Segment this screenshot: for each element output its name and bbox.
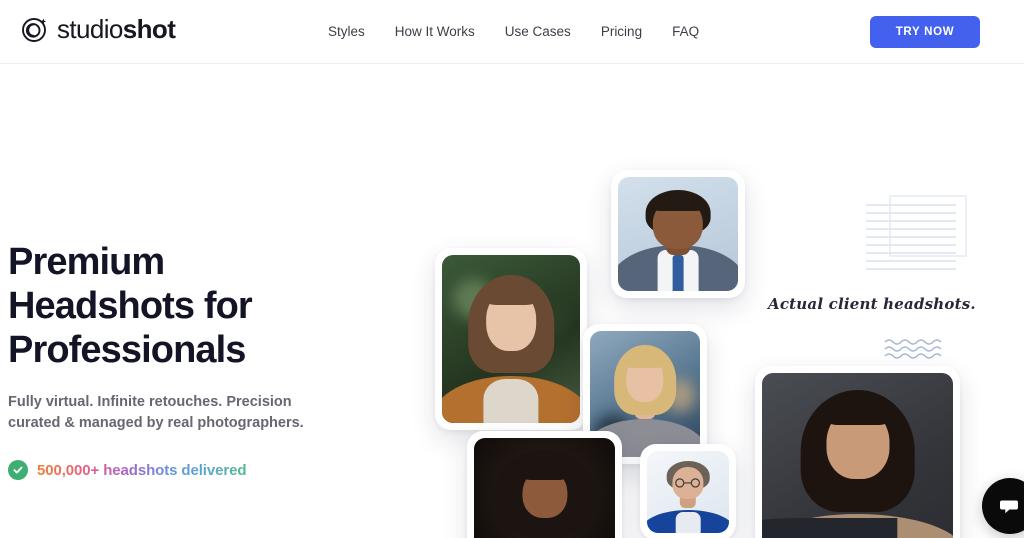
hero-title-line-1: Premium [8,241,165,283]
hero-section: Premium Headshots for Professionals Full… [0,64,1024,538]
annotation-actual-client-headshots: Actual client headshots. [768,295,976,313]
headshots-delivered-stat: 500,000+ headshots delivered [37,461,247,479]
studioshot-aperture-logo-icon [22,18,47,42]
glasses-icon [675,478,701,488]
striped-lines-decoration [866,195,967,270]
logo[interactable]: studioshot [20,14,176,44]
nav-item-how-it-works[interactable]: How It Works [395,22,475,42]
chat-bubble-icon [1000,500,1018,514]
site-header: studioshot Styles How It Works Use Cases… [0,0,1024,64]
headshot-image [474,438,615,538]
headshot-image [442,255,580,423]
try-now-button[interactable]: TRY NOW [870,16,980,48]
logo-text-bold: shot [122,14,176,44]
check-circle-icon [8,460,28,480]
headshot-collage: Actual client headshots. [400,128,1024,538]
page-title: Premium Headshots for Professionals [8,240,338,372]
hero-title-line-3: Professionals [8,329,246,371]
hero-subtitle: Fully virtual. Infinite retouches. Preci… [8,394,304,431]
stat-row: 500,000+ headshots delivered [8,460,338,480]
logo-text: studioshot [57,14,176,44]
headshot-card-man-glasses-blue[interactable] [640,444,736,538]
headshot-image [618,177,738,291]
nav-item-use-cases[interactable]: Use Cases [505,22,571,42]
hero-title-line-2: Headshots for [8,285,253,327]
headshot-card-woman-tan-blazer[interactable] [435,248,587,430]
headshot-image [647,451,729,533]
headshot-image [762,373,953,538]
headshot-card-woman-dark-bg[interactable] [755,366,960,538]
nav-item-faq[interactable]: FAQ [672,22,699,42]
headshot-card-man-navy-suit[interactable] [611,170,745,298]
logo-text-light: studio [57,14,123,44]
nav-item-pricing[interactable]: Pricing [601,22,642,42]
hero-copy: Premium Headshots for Professionals Full… [8,240,338,480]
nav-item-styles[interactable]: Styles [328,22,365,42]
headshot-card-woman-black-dress[interactable] [467,431,622,538]
main-navigation: Styles How It Works Use Cases Pricing FA… [328,22,699,42]
wavy-lines-decoration [884,339,942,359]
